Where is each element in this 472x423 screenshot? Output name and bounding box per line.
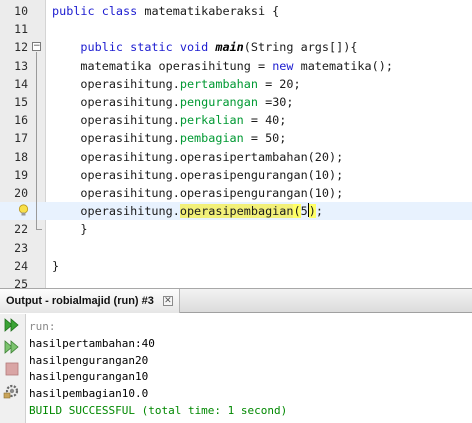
code-token: ;	[315, 204, 323, 219]
code-text: operasihitung.operasipembagian(5);	[52, 202, 323, 220]
output-line: hasilpengurangan10	[29, 370, 149, 384]
line-number: 10	[14, 4, 28, 18]
code-token: )	[308, 204, 316, 219]
code-token: operasihitung.operasipertambahan(20);	[52, 149, 344, 164]
code-editor[interactable]: 10 public class matematikaberaksi {11 12 p…	[0, 0, 472, 291]
fold-end-marker	[36, 229, 42, 231]
line-number: 11	[14, 22, 28, 37]
code-token: main	[215, 40, 244, 55]
output-tab[interactable]: Output - robialmajid (run) #3 ✕	[0, 289, 180, 313]
code-token: public static void	[52, 40, 216, 55]
code-line[interactable]: 23	[0, 239, 472, 257]
code-token: =30;	[257, 95, 294, 109]
code-token: operasihitung.	[52, 76, 180, 91]
code-text: operasihitung.pertambahan = 20;	[52, 75, 301, 93]
code-token: operasihitung.operasipengurangan(10);	[52, 186, 344, 200]
code-token: public class	[52, 4, 145, 18]
code-line[interactable]: operasihitung.operasipembagian(5);	[0, 202, 472, 221]
code-text: operasihitung.perkalian = 40;	[52, 111, 286, 129]
line-number: 15	[14, 95, 28, 109]
code-token: matematika();	[293, 58, 393, 73]
output-line: hasilpertambahan:40	[29, 336, 155, 350]
stop-icon[interactable]	[3, 360, 21, 378]
settings-icon[interactable]	[3, 382, 21, 400]
line-number: 17	[14, 131, 28, 146]
code-token: (	[293, 204, 301, 219]
code-line[interactable]: 18 operasihitung.operasipertambahan(20);	[0, 148, 472, 166]
code-text: public static void main(String args[]){	[52, 38, 357, 56]
code-token: operasihitung.	[52, 95, 180, 109]
hint-bulb-icon[interactable]	[18, 204, 29, 217]
code-line[interactable]: 14 operasihitung.pertambahan = 20;	[0, 75, 472, 93]
code-text: operasihitung.operasipengurangan(10);	[52, 166, 343, 184]
code-token: pertambahan	[179, 76, 258, 91]
code-token: = 40;	[243, 113, 287, 128]
rerun-icon[interactable]	[3, 316, 21, 334]
code-token: (String args[]){	[243, 40, 358, 55]
code-token: pembagian	[179, 131, 244, 146]
code-token: 5	[300, 204, 308, 219]
output-console[interactable]: run: hasilpertambahan:40 hasilpengurangan2…	[29, 319, 287, 420]
line-number: 20	[14, 186, 28, 200]
code-line[interactable]: 24}	[0, 257, 472, 275]
code-line[interactable]: 19 operasihitung.operasipengurangan(10);	[0, 166, 472, 184]
code-text: operasihitung.pembagian = 50;	[52, 129, 286, 147]
code-line[interactable]: 11	[0, 20, 472, 38]
line-number: 13	[14, 58, 28, 73]
line-number: 22	[14, 222, 28, 237]
code-token: new	[272, 58, 294, 73]
rerun-with-options-icon[interactable]	[3, 338, 21, 356]
code-line[interactable]: 17 operasihitung.pembagian = 50;	[0, 129, 472, 147]
code-token: }	[52, 258, 60, 273]
close-icon[interactable]: ✕	[162, 296, 173, 306]
output-toolbar	[0, 314, 26, 423]
code-token: matematika operasihitung =	[52, 58, 273, 73]
output-line: hasilpembagian10.0	[29, 387, 149, 401]
code-token: operasihitung.operasipengurangan(10);	[52, 167, 344, 182]
code-line[interactable]: 16 operasihitung.perkalian = 40;	[0, 111, 472, 129]
code-token: operasihitung.	[52, 113, 180, 128]
output-line: hasilpengurangan20	[29, 353, 149, 367]
code-token: operasihitung.	[52, 131, 180, 146]
line-number: 24	[14, 258, 28, 273]
line-number: 16	[14, 113, 28, 128]
code-text: operasihitung.operasipengurangan(10);	[52, 184, 343, 202]
output-window: Output - robialmajid (run) #3 ✕ run: has…	[0, 289, 472, 423]
output-tab-title: Output - robialmajid (run) #3	[6, 295, 154, 307]
code-token: matematikaberaksi {	[144, 4, 280, 18]
output-line: BUILD SUCCESSFUL (total time: 1 second)	[29, 403, 288, 417]
code-line[interactable]: 10 public class matematikaberaksi {	[0, 2, 472, 20]
fold-toggle-icon[interactable]: −	[32, 42, 41, 52]
output-line: run:	[29, 320, 56, 333]
fold-guide	[36, 52, 37, 230]
code-token: perkalian	[179, 113, 244, 128]
code-line[interactable]: 22 }	[0, 220, 472, 238]
line-number: 23	[14, 240, 28, 255]
code-line[interactable]: 13 matematika operasihitung = new matema…	[0, 57, 472, 75]
code-text: }	[52, 220, 88, 238]
code-text: }	[52, 257, 59, 275]
code-token: operasihitung.	[52, 204, 180, 219]
code-line[interactable]: 12 public static void main(String args[]…	[0, 38, 472, 56]
output-tab-bar: Output - robialmajid (run) #3 ✕	[0, 289, 472, 313]
code-text: operasihitung.pengurangan =30;	[52, 93, 294, 111]
code-token: = 20;	[257, 76, 301, 91]
code-text: public class matematikaberaksi {	[52, 2, 279, 20]
code-line[interactable]: 15 operasihitung.pengurangan =30;	[0, 93, 472, 111]
line-number: 19	[14, 167, 28, 182]
line-number: 12	[14, 40, 28, 55]
code-token: = 50;	[243, 131, 287, 146]
line-number: 14	[14, 76, 28, 91]
code-text: matematika operasihitung = new matematik…	[52, 57, 393, 75]
code-text: operasihitung.operasipertambahan(20);	[52, 148, 343, 166]
code-token: operasipembagian	[179, 204, 294, 219]
code-line[interactable]: 20 operasihitung.operasipengurangan(10);	[0, 184, 472, 202]
code-token: pengurangan	[179, 95, 258, 109]
line-number: 18	[14, 149, 28, 164]
code-token: }	[52, 222, 88, 237]
